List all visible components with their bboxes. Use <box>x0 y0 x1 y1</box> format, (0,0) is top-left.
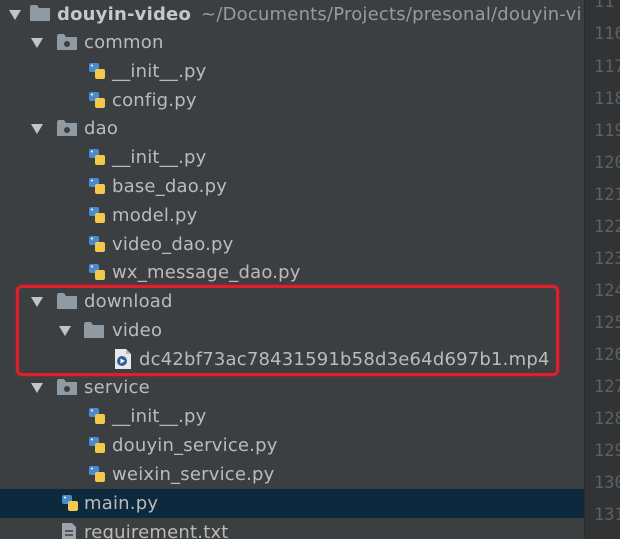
tree-row-file[interactable]: video_dao.py <box>0 230 584 259</box>
file-label: weixin_service.py <box>112 464 275 485</box>
python-file-icon <box>88 206 106 224</box>
tree-row-file[interactable]: wx_message_dao.py <box>0 258 584 287</box>
file-label: dc42bf73ac78431591b58d3e64d697b1.mp4 <box>139 349 550 370</box>
line-number: 121 <box>594 185 620 205</box>
line-number: 128 <box>594 409 620 429</box>
tree-row-requirement[interactable]: requirement.txt <box>0 518 584 539</box>
package-folder-icon <box>57 34 77 52</box>
project-tree-pane: douyin-video ~/Documents/Projects/presona… <box>0 0 584 539</box>
expand-arrow-icon[interactable] <box>30 122 44 136</box>
python-file-icon <box>61 494 79 512</box>
line-number: 123 <box>594 249 620 269</box>
folder-label: video <box>112 320 163 341</box>
tree-row-video[interactable]: video <box>0 316 584 345</box>
tree-row-file[interactable]: config.py <box>0 86 584 115</box>
line-number: 118 <box>594 89 620 109</box>
file-label: base_dao.py <box>112 176 228 197</box>
file-label: __init__.py <box>112 61 207 82</box>
folder-label: common <box>84 32 164 53</box>
line-number: 116 <box>594 24 620 44</box>
line-number: 122 <box>594 217 620 237</box>
python-file-icon <box>88 177 106 195</box>
tree-row-dao[interactable]: dao <box>0 114 584 143</box>
file-label: wx_message_dao.py <box>112 262 301 283</box>
tree-row-video-file[interactable]: dc42bf73ac78431591b58d3e64d697b1.mp4 <box>0 345 584 374</box>
file-label: requirement.txt <box>84 522 229 539</box>
tree-row-file[interactable]: __init__.py <box>0 57 584 86</box>
folder-icon <box>30 5 50 23</box>
tree-row-file[interactable]: weixin_service.py <box>0 460 584 489</box>
python-file-icon <box>88 148 106 166</box>
root-folder-name: douyin-video <box>57 4 192 25</box>
tree-row-download[interactable]: download <box>0 287 584 316</box>
root-folder-path: ~/Documents/Projects/presonal/douyin-vi <box>201 4 582 25</box>
file-label: douyin_service.py <box>112 435 278 456</box>
tree-row-file[interactable]: __init__.py <box>0 143 584 172</box>
python-file-icon <box>88 62 106 80</box>
tree-row-main[interactable]: main.py <box>0 489 584 518</box>
expand-arrow-icon[interactable] <box>30 295 44 309</box>
editor-line-number-gutter: 11 116 117 118 119 120 121 122 123 124 1… <box>584 0 620 539</box>
expand-arrow-icon[interactable] <box>30 381 44 395</box>
python-file-icon <box>88 263 106 281</box>
file-label: __init__.py <box>112 147 207 168</box>
line-number: 11 <box>594 0 615 12</box>
tree-row-file[interactable]: model.py <box>0 201 584 230</box>
python-file-icon <box>88 436 106 454</box>
line-number: 117 <box>594 57 620 77</box>
folder-icon <box>84 322 104 340</box>
file-label: model.py <box>112 205 198 226</box>
file-label: __init__.py <box>112 406 207 427</box>
line-number: 129 <box>594 441 620 461</box>
tree-row-common[interactable]: common <box>0 28 584 57</box>
line-number: 127 <box>594 377 620 397</box>
file-label: video_dao.py <box>112 234 234 255</box>
file-label: config.py <box>112 90 197 111</box>
python-file-icon <box>88 91 106 109</box>
line-number: 125 <box>594 313 620 333</box>
line-number: 124 <box>594 281 620 301</box>
folder-label: download <box>84 291 173 312</box>
folder-label: dao <box>84 118 119 139</box>
video-file-icon <box>114 349 132 369</box>
python-file-icon <box>88 465 106 483</box>
line-number: 119 <box>594 121 620 141</box>
tree-row-service[interactable]: service <box>0 373 584 402</box>
package-folder-icon <box>57 379 77 397</box>
expand-arrow-icon[interactable] <box>8 8 22 22</box>
folder-icon <box>57 293 77 311</box>
line-number: 130 <box>594 473 620 493</box>
tree-row-file[interactable]: __init__.py <box>0 402 584 431</box>
line-number: 120 <box>594 153 620 173</box>
line-number: 131 <box>594 505 620 525</box>
text-file-icon <box>61 523 79 539</box>
expand-arrow-icon[interactable] <box>58 324 72 338</box>
line-number: 126 <box>594 345 620 365</box>
tree-row-root[interactable]: douyin-video ~/Documents/Projects/presona… <box>0 0 584 29</box>
package-folder-icon <box>57 120 77 138</box>
expand-arrow-icon[interactable] <box>30 36 44 50</box>
folder-label: service <box>84 377 150 398</box>
tree-row-file[interactable]: base_dao.py <box>0 172 584 201</box>
tree-row-file[interactable]: douyin_service.py <box>0 431 584 460</box>
python-file-icon <box>88 407 106 425</box>
python-file-icon <box>88 235 106 253</box>
file-label: main.py <box>84 493 159 514</box>
